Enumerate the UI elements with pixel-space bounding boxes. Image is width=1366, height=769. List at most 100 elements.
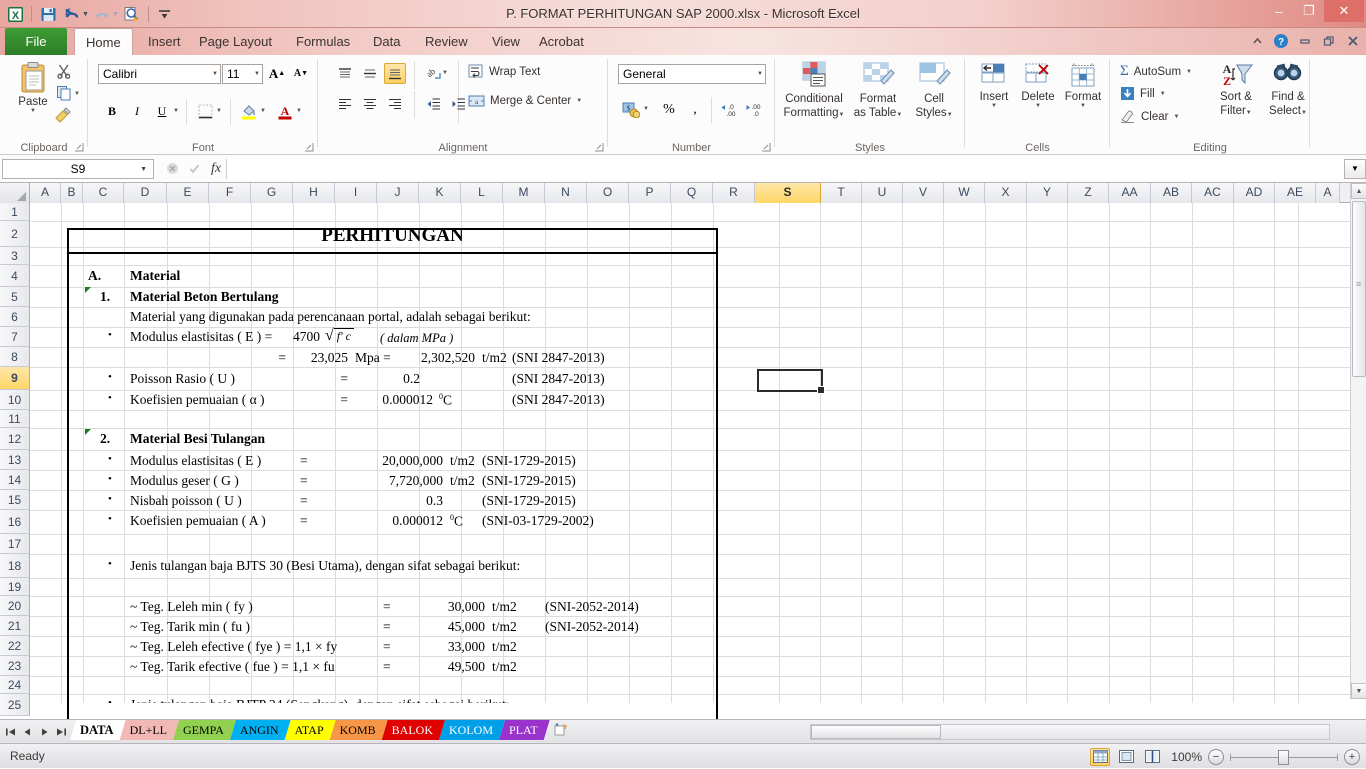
insert-cells-button[interactable]: Insert ▼ bbox=[973, 63, 1015, 109]
number-dialog-launcher[interactable] bbox=[761, 142, 772, 153]
nav-prev-sheet[interactable] bbox=[19, 723, 35, 740]
page-layout-view-icon[interactable] bbox=[1116, 748, 1136, 766]
column-header-F[interactable]: F bbox=[209, 183, 251, 203]
column-header-O[interactable]: O bbox=[587, 183, 629, 203]
tab-formulas[interactable]: Formulas bbox=[285, 28, 361, 55]
font-name-select[interactable]: Calibri ▼ bbox=[98, 64, 221, 84]
column-header-J[interactable]: J bbox=[377, 183, 419, 203]
grow-font-button[interactable]: A ▲ bbox=[266, 63, 288, 84]
wrap-text-button[interactable]: Wrap Text bbox=[468, 64, 540, 79]
column-header-W[interactable]: W bbox=[944, 183, 985, 203]
sheet-tab-atap[interactable]: ATAP bbox=[285, 720, 336, 740]
row-header-22[interactable]: 22 bbox=[0, 636, 30, 656]
formula-input[interactable] bbox=[226, 158, 1344, 179]
row-header-3[interactable]: 3 bbox=[0, 247, 30, 265]
name-box-caret[interactable]: ▼ bbox=[140, 166, 147, 173]
workbook-restore-icon[interactable] bbox=[1320, 32, 1338, 50]
column-header-H[interactable]: H bbox=[293, 183, 335, 203]
decrease-decimal-icon[interactable]: .00.0 bbox=[743, 99, 765, 120]
row-header-7[interactable]: 7 bbox=[0, 327, 30, 347]
zoom-slider-thumb[interactable] bbox=[1278, 749, 1289, 765]
row-header-21[interactable]: 21 bbox=[0, 616, 30, 636]
percent-style-button[interactable]: % bbox=[658, 99, 680, 120]
format-painter-icon[interactable] bbox=[54, 107, 72, 126]
font-color-caret[interactable]: ▼ bbox=[296, 108, 302, 114]
underline-button[interactable]: U bbox=[151, 101, 173, 122]
row-header-20[interactable]: 20 bbox=[0, 596, 30, 616]
column-header-E[interactable]: E bbox=[167, 183, 209, 203]
fill-color-caret[interactable]: ▼ bbox=[260, 108, 266, 114]
shrink-font-button[interactable]: A ▼ bbox=[290, 63, 312, 84]
column-header-AD[interactable]: AD bbox=[1234, 183, 1275, 203]
row-header-2[interactable]: 2 bbox=[0, 221, 30, 247]
vertical-scroll-thumb[interactable] bbox=[1352, 201, 1366, 377]
window-close-button[interactable]: ✕ bbox=[1324, 0, 1364, 22]
column-header-AE[interactable]: AE bbox=[1275, 183, 1316, 203]
format-as-table-caret[interactable]: ▼ bbox=[896, 112, 902, 118]
decrease-indent-icon[interactable] bbox=[422, 93, 444, 114]
delete-cells-button[interactable]: Delete ▼ bbox=[1017, 63, 1059, 109]
row-header-15[interactable]: 15 bbox=[0, 490, 30, 510]
font-dialog-launcher[interactable] bbox=[304, 142, 315, 153]
column-header-V[interactable]: V bbox=[903, 183, 944, 203]
number-format-caret[interactable]: ▼ bbox=[757, 71, 763, 77]
row-header-23[interactable]: 23 bbox=[0, 656, 30, 676]
cell-styles-button[interactable]: Cell Styles▼ bbox=[909, 61, 959, 119]
sheet-tab-plat[interactable]: PLAT bbox=[499, 720, 550, 740]
column-header-Y[interactable]: Y bbox=[1027, 183, 1068, 203]
sort-filter-button[interactable]: A Z Sort & Filter▼ bbox=[1210, 61, 1262, 117]
workbook-close-icon[interactable] bbox=[1344, 32, 1362, 50]
fill-caret[interactable]: ▼ bbox=[1160, 91, 1166, 97]
window-minimize-button[interactable]: – bbox=[1264, 0, 1294, 22]
select-all-corner[interactable] bbox=[0, 183, 30, 203]
sheet-tab-kolom[interactable]: KOLOM bbox=[439, 720, 505, 740]
hscroll-track[interactable] bbox=[810, 724, 1330, 740]
row-header-13[interactable]: 13 bbox=[0, 450, 30, 470]
fill-button[interactable]: Fill ▼ bbox=[1120, 86, 1166, 101]
nav-first-sheet[interactable] bbox=[2, 723, 18, 740]
minimize-ribbon-icon[interactable] bbox=[1248, 32, 1266, 50]
find-select-caret[interactable]: ▼ bbox=[1301, 110, 1307, 116]
row-header-16[interactable]: 16 bbox=[0, 510, 30, 534]
orientation-icon[interactable]: ab bbox=[422, 63, 444, 84]
row-header-4[interactable]: 4 bbox=[0, 265, 30, 287]
paste-dropdown-caret[interactable]: ▼ bbox=[10, 108, 56, 114]
format-cells-caret[interactable]: ▼ bbox=[1061, 103, 1105, 109]
cell-area[interactable]: PERHITUNGAN A. Material 1. Material Beton Be… bbox=[30, 203, 1350, 703]
align-left-icon[interactable] bbox=[334, 93, 356, 114]
save-icon[interactable] bbox=[37, 3, 59, 25]
sheet-tab-gempa[interactable]: GEMPA bbox=[173, 720, 236, 740]
italic-button[interactable]: I bbox=[126, 101, 148, 122]
increase-indent-icon[interactable] bbox=[447, 93, 469, 114]
tab-page-layout[interactable]: Page Layout bbox=[188, 28, 283, 55]
column-header-D[interactable]: D bbox=[124, 183, 167, 203]
column-header-AB[interactable]: AB bbox=[1151, 183, 1192, 203]
sheet-tab-angin[interactable]: ANGIN bbox=[230, 720, 291, 740]
align-center-icon[interactable] bbox=[359, 93, 381, 114]
fill-color-icon[interactable] bbox=[238, 101, 260, 122]
underline-caret[interactable]: ▼ bbox=[173, 108, 179, 114]
tab-view[interactable]: View bbox=[481, 28, 531, 55]
column-header-N[interactable]: N bbox=[545, 183, 587, 203]
row-header-1[interactable]: 1 bbox=[0, 203, 30, 221]
tab-review[interactable]: Review bbox=[414, 28, 479, 55]
font-name-caret[interactable]: ▼ bbox=[212, 71, 218, 77]
comma-style-button[interactable]: , bbox=[684, 99, 706, 120]
column-header-AF[interactable]: A bbox=[1316, 183, 1340, 203]
sheet-tab-komb[interactable]: KOMB bbox=[330, 720, 388, 740]
column-header-AC[interactable]: AC bbox=[1192, 183, 1234, 203]
align-middle-icon[interactable] bbox=[359, 63, 381, 84]
page-break-view-icon[interactable] bbox=[1142, 748, 1162, 766]
column-header-B[interactable]: B bbox=[61, 183, 83, 203]
horizontal-scrollbar[interactable] bbox=[806, 720, 1366, 744]
row-header-6[interactable]: 6 bbox=[0, 307, 30, 327]
format-as-table-button[interactable]: Format as Table▼ bbox=[850, 61, 906, 119]
tab-file[interactable]: File bbox=[5, 28, 67, 55]
merge-center-button[interactable]: a Merge & Center ▼ bbox=[468, 94, 582, 108]
row-header-5[interactable]: 5 bbox=[0, 287, 30, 307]
workbook-minimize-icon[interactable] bbox=[1296, 32, 1314, 50]
column-header-K[interactable]: K bbox=[419, 183, 461, 203]
sort-filter-caret[interactable]: ▼ bbox=[1246, 110, 1252, 116]
name-box[interactable]: S9 ▼ bbox=[2, 158, 154, 179]
column-header-A[interactable]: A bbox=[30, 183, 61, 203]
